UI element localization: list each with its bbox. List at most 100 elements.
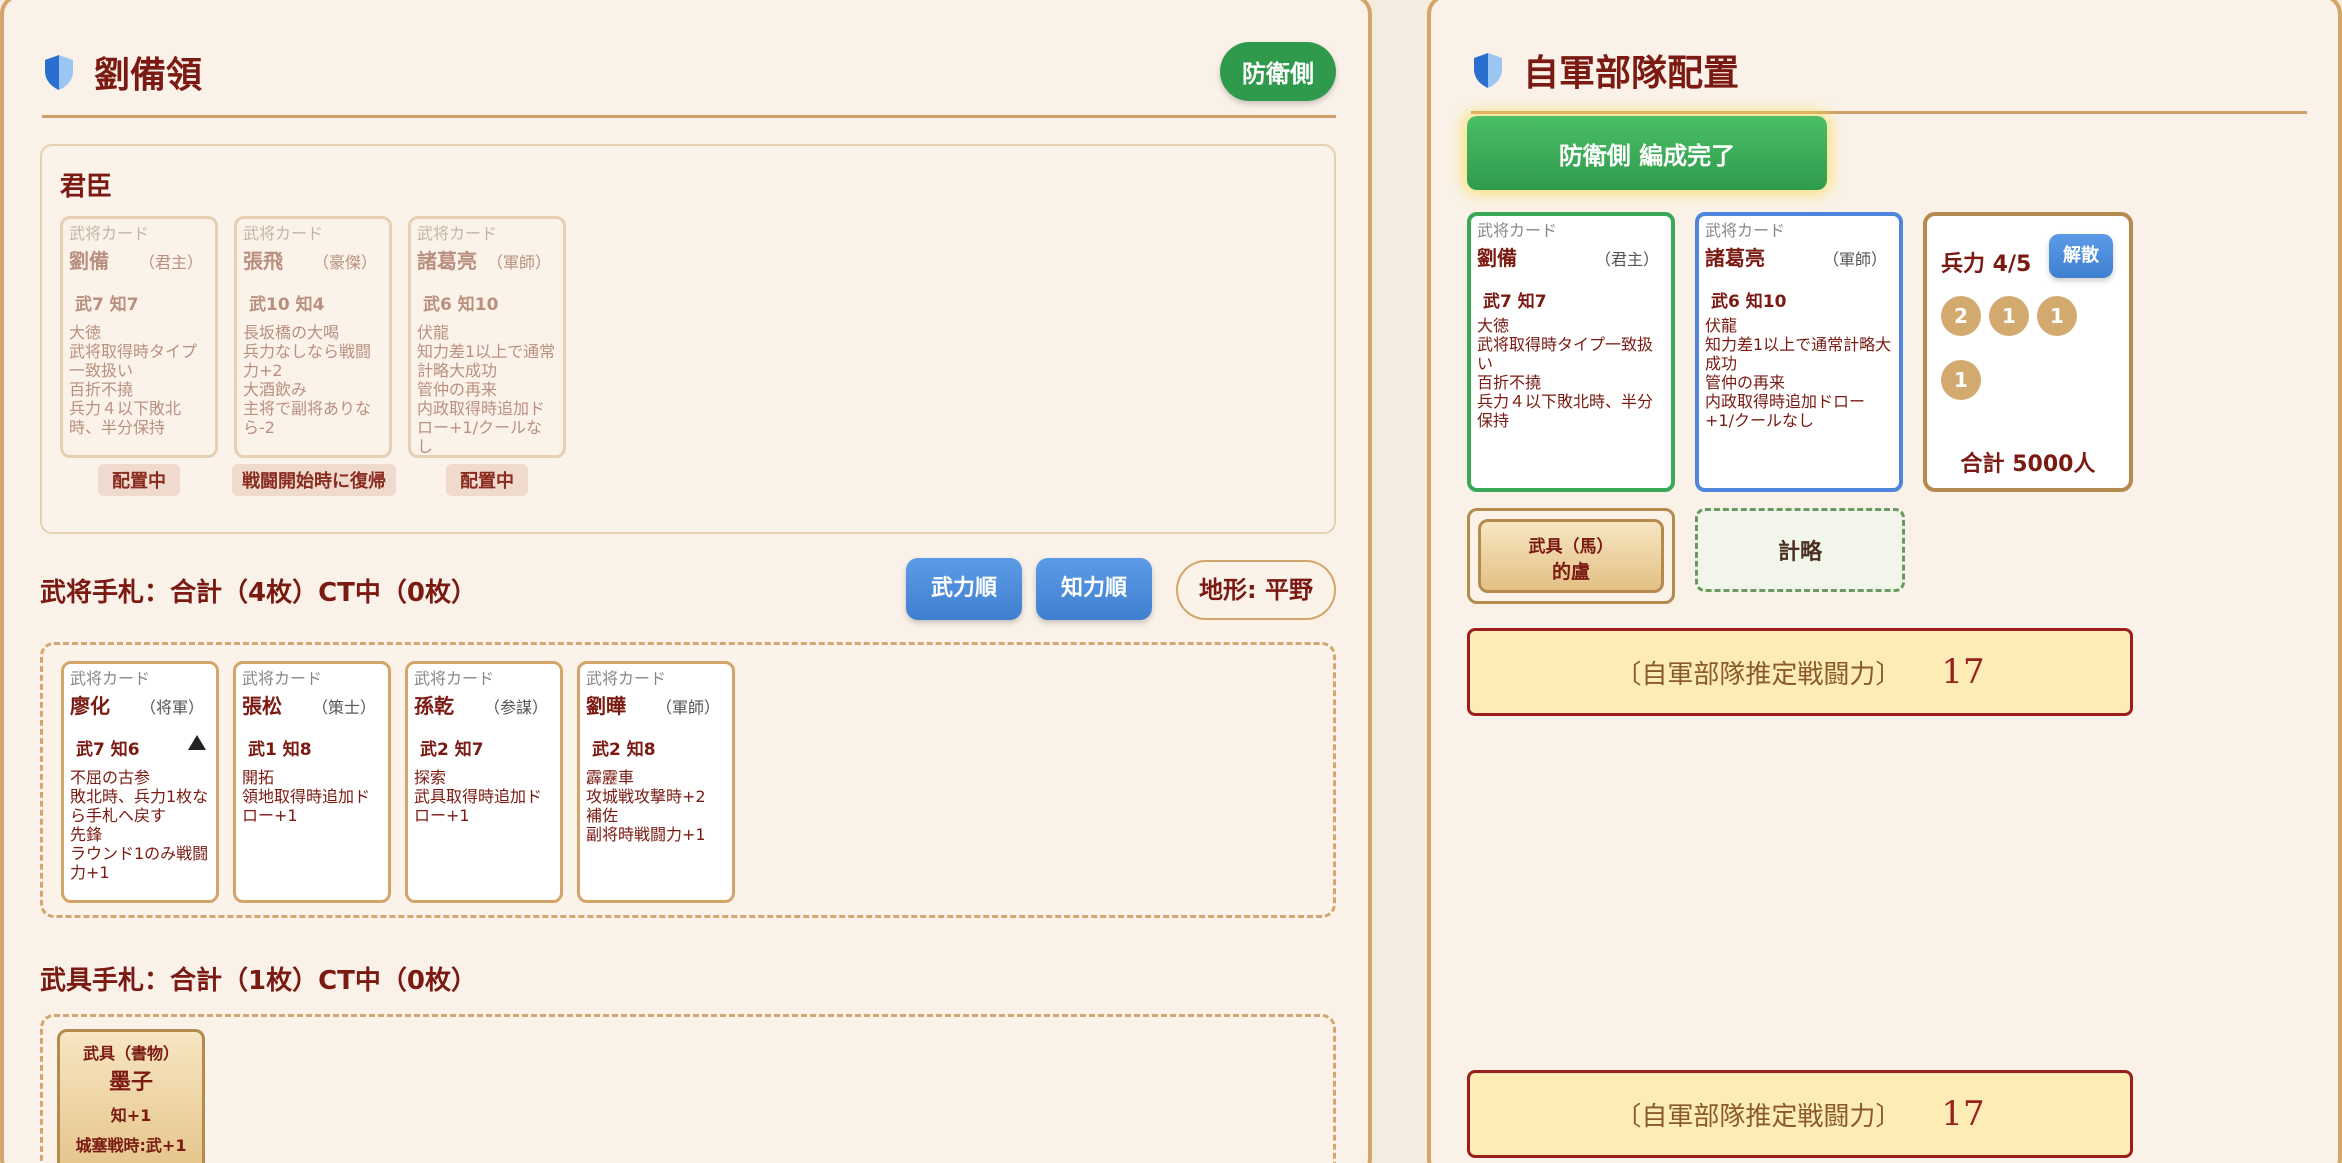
card-type: 武将カード [414,669,495,688]
general-role: （策士） [311,698,376,717]
general-skills: 伏龍 知力差1以上で通常計略大成功 管仲の再来 内政取得時追加ドロー+1/クール… [417,323,556,456]
weapon-slot[interactable]: 武具（馬） 的盧 [1467,508,1675,604]
domain-title: 劉備領 [94,54,203,96]
general-stats: 武6 知10 [1711,292,1787,312]
shield-icon [45,54,73,90]
hand-card-sunqian[interactable]: 武将カード 孫乾 （参謀） 武2 知7 探索 武具取得時追加ドロー+1 [405,661,563,903]
shield-icon [1474,52,1502,88]
retainers-section: 君臣 武将カード 劉備 （君主） 武7 知7 大徳 武将取得時タイプ一致扱い 百折… [40,144,1336,534]
general-name: 劉備 [1477,246,1517,270]
hand-card-zhangsong[interactable]: 武将カード 張松 （策士） 武1 知8 開拓 領地取得時追加ドロー+1 [233,661,391,903]
general-name: 諸葛亮 [1705,246,1765,270]
status-tag: 配置中 [98,464,180,496]
general-skills: 伏龍 知力差1以上で通常計略大成功 管仲の再来 内政取得時追加ドロー+1/クール… [1705,316,1892,430]
domain-panel: 劉備領 防衛側 君臣 武将カード 劉備 （君主） 武7 知7 大徳 武将取得時タイ… [0,0,1372,1163]
formation-complete-button[interactable]: 防衛側 編成完了 [1467,116,1827,190]
weapon-type: 武具（書物） [82,1044,179,1063]
general-stats: 武7 知7 [1483,292,1547,312]
power-label: 〔自軍部隊推定戦闘力〕 [1615,659,1902,690]
general-role: （軍師） [486,253,551,272]
general-role: （参謀） [483,698,548,717]
sort-intel-button[interactable]: 知力順 [1036,558,1152,620]
card-type: 武将カード [1705,221,1786,240]
role-badge: 防衛側 [1220,42,1336,101]
retainer-card-zhangfei[interactable]: 武将カード 張飛 （豪傑） 武10 知4 長坂橋の大喝 兵力なしなら戦闘力+2 大… [234,216,392,458]
estimated-power-box-bottom: 〔自軍部隊推定戦闘力〕 17 [1467,1070,2133,1158]
general-name: 廖化 [70,694,110,718]
formation-panel: 自軍部隊配置 防衛側 編成完了 武将カード 劉備 （君主） 武7 知7 大徳 武将… [1427,0,2342,1163]
card-type: 武将カード [1477,221,1558,240]
general-stats: 武2 知8 [592,740,656,760]
general-stats: 武10 知4 [249,295,325,315]
power-value: 17 [1941,1094,1985,1134]
weapons-label: 武具手札：合計（1枚）CT中（0枚） [40,966,477,996]
general-stats: 武1 知8 [248,740,312,760]
general-name: 張飛 [243,249,283,273]
hand-label: 武将手札：合計（4枚）CT中（0枚） [40,578,477,608]
general-name: 劉曄 [586,694,626,718]
strategy-slot[interactable]: 計略 [1695,508,1905,592]
retainers-label: 君臣 [60,172,113,202]
general-skills: 大徳 武将取得時タイプ一致扱い 百折不撓 兵力４以下敗北時、半分保持 [1477,316,1654,430]
general-stats: 武7 知6 [76,740,140,760]
general-stats: 武7 知7 [75,295,139,315]
card-type: 武将カード [243,224,324,243]
general-role: （軍師） [655,698,720,717]
general-role: （軍師） [1822,250,1887,269]
sort-power-button[interactable]: 武力順 [906,558,1022,620]
troop-coin[interactable]: 2 [1941,296,1981,336]
troop-coin[interactable]: 1 [2037,296,2077,336]
formation-header: 自軍部隊配置 [1471,38,2307,114]
card-type: 武将カード [586,669,667,688]
general-skills: 霹靂車 攻城戦攻撃時+2 補佐 副将時戦闘力+1 [586,768,706,844]
formation-title: 自軍部隊配置 [1523,52,1740,94]
troop-coin[interactable]: 1 [1941,360,1981,400]
weapon-card-dilu[interactable]: 武具（馬） 的盧 [1478,519,1664,593]
retainer-card-zhugeliang[interactable]: 武将カード 諸葛亮 （軍師） 武6 知10 伏龍 知力差1以上で通常計略大成功 管… [408,216,566,458]
general-role: （君主） [138,253,203,272]
card-type: 武将カード [70,669,151,688]
general-skills: 大徳 武将取得時タイプ一致扱い 百折不撓 兵力４以下敗北時、半分保持 [69,323,198,437]
general-skills: 探索 武具取得時追加ドロー+1 [414,768,543,825]
power-label: 〔自軍部隊推定戦闘力〕 [1615,1101,1902,1132]
retainer-card-liubei[interactable]: 武将カード 劉備 （君主） 武7 知7 大徳 武将取得時タイプ一致扱い 百折不撓 … [60,216,218,458]
power-value: 17 [1941,652,1985,692]
general-skills: 長坂橋の大喝 兵力なしなら戦闘力+2 大酒飲み 主将で副将ありなら-2 [243,323,372,437]
hand-area: 武将カード 廖化 （将軍） 武7 知6 不屈の古参 敗北時、兵力1枚なら手札へ戻す… [40,642,1336,918]
card-type: 武将カード [417,224,498,243]
general-name: 孫乾 [414,694,454,718]
estimated-power-box: 〔自軍部隊推定戦闘力〕 17 [1467,628,2133,716]
troops-label: 兵力 4/5 [1941,252,2032,277]
hand-card-liuye[interactable]: 武将カード 劉曄 （軍師） 武2 知8 霹靂車 攻城戦攻撃時+2 補佐 副将時戦闘… [577,661,735,903]
warning-triangle-icon [188,735,206,750]
troops-total: 合計 5000人 [1960,452,2096,477]
weapon-effect: 城塞戦時:武+1 [75,1136,187,1155]
troops-slot: 兵力 4/5 解散 2 1 1 1 合計 5000人 [1923,212,2133,492]
general-name: 劉備 [69,249,109,273]
domain-header: 劉備領 防衛側 [42,38,1336,118]
weapon-effect: 知+1 [110,1106,152,1125]
status-tag: 配置中 [446,464,528,496]
general-skills: 不屈の古参 敗北時、兵力1枚なら手札へ戻す 先鋒 ラウンド1のみ戦闘力+1 [70,768,209,882]
general-role: （君主） [1594,250,1659,269]
general-role: （豪傑） [312,253,377,272]
general-skills: 開拓 領地取得時追加ドロー+1 [242,768,371,825]
status-tag: 戦闘開始時に復帰 [232,464,396,496]
general-role: （将軍） [139,698,204,717]
general-name: 諸葛亮 [417,249,477,273]
disband-button[interactable]: 解散 [2049,234,2113,278]
weapon-type: 武具（馬） [1528,537,1614,557]
weapon-card-mozi[interactable]: 武具（書物） 墨子 知+1 城塞戦時:武+1 [57,1029,205,1163]
terrain-badge: 地形: 平野 [1176,560,1336,620]
main-general-slot[interactable]: 武将カード 劉備 （君主） 武7 知7 大徳 武将取得時タイプ一致扱い 百折不撓 … [1467,212,1675,492]
weapon-name: 的盧 [1551,561,1590,583]
general-name: 張松 [242,694,282,718]
weapon-name: 墨子 [108,1070,153,1095]
sub-general-slot[interactable]: 武将カード 諸葛亮 （軍師） 武6 知10 伏龍 知力差1以上で通常計略大成功 管… [1695,212,1903,492]
general-stats: 武6 知10 [423,295,499,315]
general-stats: 武2 知7 [420,740,484,760]
weapons-area: 武具（書物） 墨子 知+1 城塞戦時:武+1 [40,1014,1336,1163]
troop-coin[interactable]: 1 [1989,296,2029,336]
card-type: 武将カード [242,669,323,688]
hand-card-liaohua[interactable]: 武将カード 廖化 （将軍） 武7 知6 不屈の古参 敗北時、兵力1枚なら手札へ戻す… [61,661,219,903]
